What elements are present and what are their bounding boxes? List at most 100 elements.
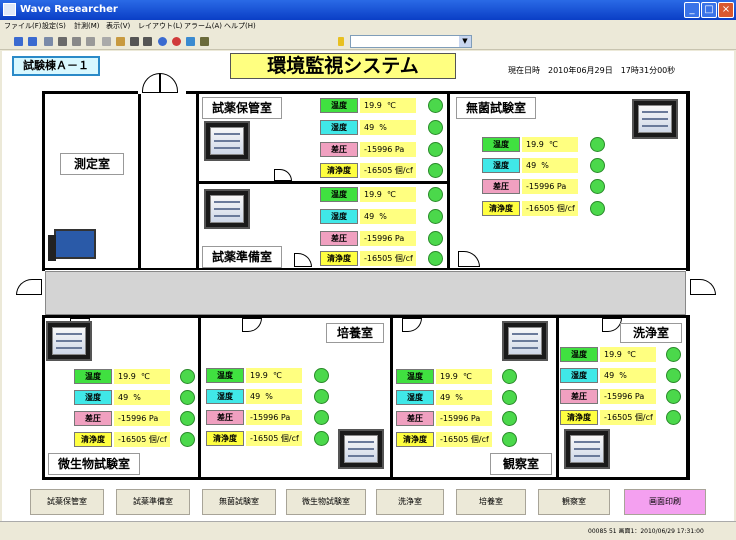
temp-value: 19.9 ℃: [436, 369, 492, 384]
clean-label: 清浄度: [74, 432, 112, 447]
status-led: [428, 142, 443, 157]
room-observe-label: 観察室: [490, 453, 552, 475]
clean-value: -16505 個/cf: [600, 410, 656, 425]
pressure-label: 差圧: [206, 410, 244, 425]
pressure-label: 差圧: [396, 411, 434, 426]
pressure-value: -15996 Pa: [360, 231, 416, 246]
door: [402, 318, 422, 332]
humid-value: 49 %: [114, 390, 170, 405]
pressure-value: -15996 Pa: [114, 411, 170, 426]
humid-label: 湿度: [396, 390, 434, 405]
status-led: [428, 98, 443, 113]
temp-label: 温度: [320, 187, 358, 202]
alarm-icon[interactable]: [172, 37, 181, 46]
room-reagent-prep-label: 試薬準備室: [202, 246, 282, 268]
status-led: [502, 411, 517, 426]
system-title: 環境監視システム: [230, 53, 456, 79]
window-icon[interactable]: [186, 37, 195, 46]
humid-label: 湿度: [320, 120, 358, 135]
nav-reagent-prep-button[interactable]: 試薬準備室: [116, 489, 190, 515]
clean-label: 清浄度: [206, 431, 244, 446]
menu-alarm[interactable]: アラーム(A): [184, 20, 222, 33]
layout-select[interactable]: ▼: [350, 35, 472, 48]
nav-sterile-button[interactable]: 無菌試験室: [202, 489, 276, 515]
menu-help[interactable]: ヘルプ(H): [224, 20, 256, 33]
refresh-icon[interactable]: [44, 37, 53, 46]
temp-value: 19.9 ℃: [246, 368, 302, 383]
pressure-label: 差圧: [74, 411, 112, 426]
chevron-down-icon[interactable]: ▼: [459, 36, 471, 47]
menu-layout[interactable]: レイアウト(L): [138, 20, 182, 33]
menu-measure[interactable]: 計測(M): [74, 20, 100, 33]
temp-label: 温度: [396, 369, 434, 384]
app-icon: [3, 3, 16, 16]
building-label: 試験棟Ａ－１: [12, 56, 100, 76]
window-title: Wave Researcher: [20, 4, 118, 15]
menu-file[interactable]: ファイル(F): [4, 20, 42, 33]
copy-icon[interactable]: [86, 37, 95, 46]
run-icon[interactable]: [28, 37, 37, 46]
stop-icon[interactable]: [14, 37, 23, 46]
floor-plan: 試験棟Ａ－１ 環境監視システム 現在日時 2010年06月29日 17時31分0…: [2, 51, 734, 521]
temp-value: 19.9 ℃: [114, 369, 170, 384]
home-icon[interactable]: [158, 37, 167, 46]
status-led: [314, 389, 329, 404]
clean-value: -16505 個/cf: [114, 432, 170, 447]
room-microbe-label: 微生物試験室: [48, 453, 140, 475]
menu-settings[interactable]: 設定(S): [42, 20, 66, 33]
back-icon[interactable]: [130, 37, 139, 46]
status-led: [314, 368, 329, 383]
pc-icon: [54, 229, 96, 259]
monitor-icon: [204, 189, 250, 229]
print-icon[interactable]: [58, 37, 67, 46]
humid-value: 49 %: [436, 390, 492, 405]
temp-label: 温度: [560, 347, 598, 362]
humid-value: 49 %: [360, 120, 416, 135]
nav-culture-button[interactable]: 培養室: [456, 489, 526, 515]
status-led: [590, 201, 605, 216]
humid-value: 49 %: [600, 368, 656, 383]
status-led: [502, 432, 517, 447]
clean-label: 清浄度: [320, 251, 358, 266]
pressure-label: 差圧: [482, 179, 520, 194]
clean-label: 清浄度: [396, 432, 434, 447]
temp-label: 温度: [206, 368, 244, 383]
minimize-button[interactable]: _: [684, 2, 700, 18]
pressure-value: -15996 Pa: [600, 389, 656, 404]
edit-icon[interactable]: [116, 37, 125, 46]
forward-icon[interactable]: [143, 37, 152, 46]
settings-icon[interactable]: [200, 37, 209, 46]
close-button[interactable]: ×: [718, 2, 734, 18]
temp-label: 温度: [482, 137, 520, 152]
humid-value: 49 %: [522, 158, 578, 173]
nav-observe-button[interactable]: 観察室: [538, 489, 610, 515]
nav-microbe-button[interactable]: 微生物試験室: [286, 489, 366, 515]
current-datetime: 現在日時 2010年06月29日 17時31分00秒: [508, 66, 676, 75]
status-led: [666, 368, 681, 383]
print-screen-button[interactable]: 画面印刷: [624, 489, 706, 515]
humid-label: 湿度: [560, 368, 598, 383]
preview-icon[interactable]: [72, 37, 81, 46]
pressure-value: -15996 Pa: [436, 411, 492, 426]
monitor-icon: [204, 121, 250, 161]
temp-value: 19.9 ℃: [360, 98, 416, 113]
clean-value: -16505 個/cf: [522, 201, 578, 216]
humid-label: 湿度: [74, 390, 112, 405]
status-led: [180, 369, 195, 384]
door: [274, 169, 292, 181]
nav-reagent-storage-button[interactable]: 試薬保管室: [30, 489, 104, 515]
room-measure-label: 測定室: [60, 153, 124, 175]
monitor-icon: [338, 429, 384, 469]
humid-value: 49 %: [360, 209, 416, 224]
status-led: [428, 163, 443, 178]
cut-icon[interactable]: [102, 37, 111, 46]
nav-wash-button[interactable]: 洗浄室: [376, 489, 444, 515]
status-bar: 00085 51 画面1：2010/06/29 17:31:00: [0, 521, 736, 540]
maximize-button[interactable]: □: [701, 2, 717, 18]
clean-label: 清浄度: [320, 163, 358, 178]
menu-view[interactable]: 表示(V): [106, 20, 130, 33]
temp-value: 19.9 ℃: [360, 187, 416, 202]
pressure-value: -15996 Pa: [246, 410, 302, 425]
door: [294, 253, 312, 267]
status-led: [590, 179, 605, 194]
